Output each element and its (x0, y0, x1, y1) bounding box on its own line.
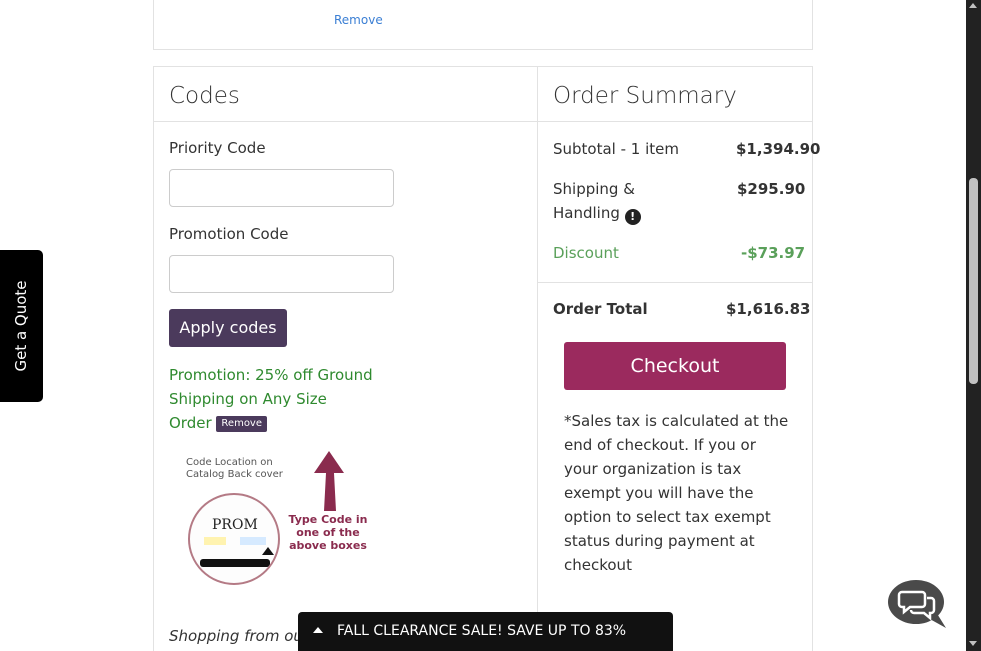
subtotal-label: Subtotal - 1 item (553, 140, 679, 158)
code-bar (200, 559, 270, 567)
promotion-code-input[interactable] (169, 255, 394, 293)
catalog-cover-image: PROM (188, 493, 280, 585)
sale-banner[interactable]: FALL CLEARANCE SALE! SAVE UP TO 83% (298, 612, 673, 651)
caret-up-icon (313, 627, 323, 633)
cart-item-box: Remove (153, 0, 813, 50)
apply-codes-button[interactable]: Apply codes (169, 309, 287, 347)
page-scrollbar[interactable] (966, 0, 981, 651)
order-total-value: $1,616.83 (726, 300, 811, 318)
pointer-arrow-icon (262, 547, 274, 555)
remove-promotion-button[interactable]: Remove (216, 416, 268, 432)
promotion-text: Promotion: 25% off Ground Shipping on An… (169, 366, 373, 432)
shipping-label: Shipping & Handling ! (553, 177, 641, 225)
shopping-from-text: Shopping from ou (169, 627, 303, 645)
shipping-label-line2: Handling (553, 204, 620, 222)
type-code-callout: Type Code in one of the above boxes (288, 513, 368, 552)
code-location-caption: Code Location on Catalog Back cover (186, 457, 283, 480)
shipping-label-line1: Shipping & (553, 180, 635, 198)
code-box-highlight (204, 537, 226, 545)
remove-item-link[interactable]: Remove (334, 13, 383, 27)
code-location-graphic: Code Location on Catalog Back cover PROM… (184, 451, 384, 591)
scroll-down-arrow-icon[interactable] (969, 641, 977, 646)
shipping-row: Shipping & Handling ! $295.90 (553, 177, 808, 225)
priority-code-input[interactable] (169, 169, 394, 207)
order-summary-panel: Order Summary Subtotal - 1 item $1,394.9… (537, 66, 820, 651)
promotion-message: Promotion: 25% off Ground Shipping on An… (169, 363, 374, 435)
summary-divider (538, 282, 812, 283)
discount-label: Discount (553, 244, 619, 262)
catalog-logo: PROM (212, 517, 258, 533)
get-a-quote-tab[interactable]: Get a Quote (0, 250, 43, 402)
get-a-quote-label: Get a Quote (12, 280, 30, 372)
codes-heading: Codes (154, 67, 537, 122)
sales-tax-note: *Sales tax is calculated at the end of c… (564, 412, 789, 574)
priority-code-label: Priority Code (169, 139, 266, 157)
subtotal-value: $1,394.90 (736, 140, 821, 158)
order-total-label: Order Total (553, 300, 648, 318)
chat-bubbles-icon[interactable] (888, 580, 946, 628)
discount-value: -$73.97 (741, 244, 806, 262)
promotion-code-label: Promotion Code (169, 225, 289, 243)
order-summary-heading: Order Summary (538, 67, 812, 122)
codes-panel: Codes Priority Code Promotion Code Apply… (153, 66, 538, 651)
sale-banner-text: FALL CLEARANCE SALE! SAVE UP TO 83% (337, 623, 627, 639)
shipping-value: $295.90 (737, 180, 806, 198)
info-icon[interactable]: ! (624, 209, 641, 225)
arrow-up-icon (314, 451, 344, 511)
checkout-button[interactable]: Checkout (564, 342, 786, 390)
code-box-highlight (240, 537, 266, 545)
scroll-thumb[interactable] (969, 178, 978, 384)
scroll-up-arrow-icon[interactable] (969, 3, 977, 8)
